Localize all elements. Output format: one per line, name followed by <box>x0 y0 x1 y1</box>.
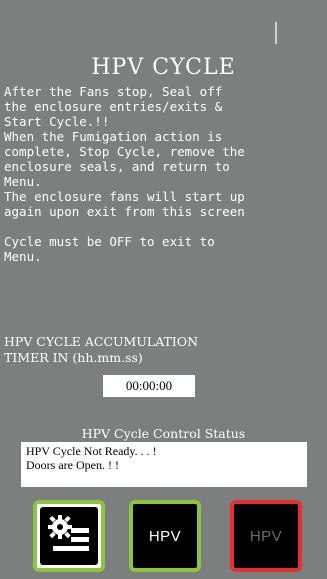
top-divider <box>275 22 277 44</box>
menu-button-face <box>40 507 98 565</box>
status-line-1: HPV Cycle Not Ready. . . ! <box>26 444 157 458</box>
status-box: HPV Cycle Not Ready. . . ! Doors are Ope… <box>21 442 307 487</box>
hpv-start-button[interactable]: HPV <box>129 500 201 572</box>
status-title: HPV Cycle Control Status <box>81 426 246 441</box>
page-title: HPV CYCLE <box>91 55 236 80</box>
menu-button[interactable] <box>33 500 105 572</box>
instructions-text: After the Fans stop, Seal off the enclos… <box>4 84 245 264</box>
hpv-start-label: HPV <box>148 527 182 545</box>
hpv-cycle-screen: HPV CYCLE After the Fans stop, Seal off … <box>0 0 327 579</box>
timer-label: HPV CYCLE ACCUMULATION TIMER IN (hh.mm.s… <box>4 334 199 365</box>
hpv-stop-label: HPV <box>249 527 283 545</box>
timer-value: 00:00:00 <box>103 375 195 397</box>
hpv-stop-button[interactable]: HPV <box>230 500 302 572</box>
status-line-2: Doors are Open. ! ! <box>26 458 119 472</box>
settings-menu-icon <box>48 515 89 551</box>
